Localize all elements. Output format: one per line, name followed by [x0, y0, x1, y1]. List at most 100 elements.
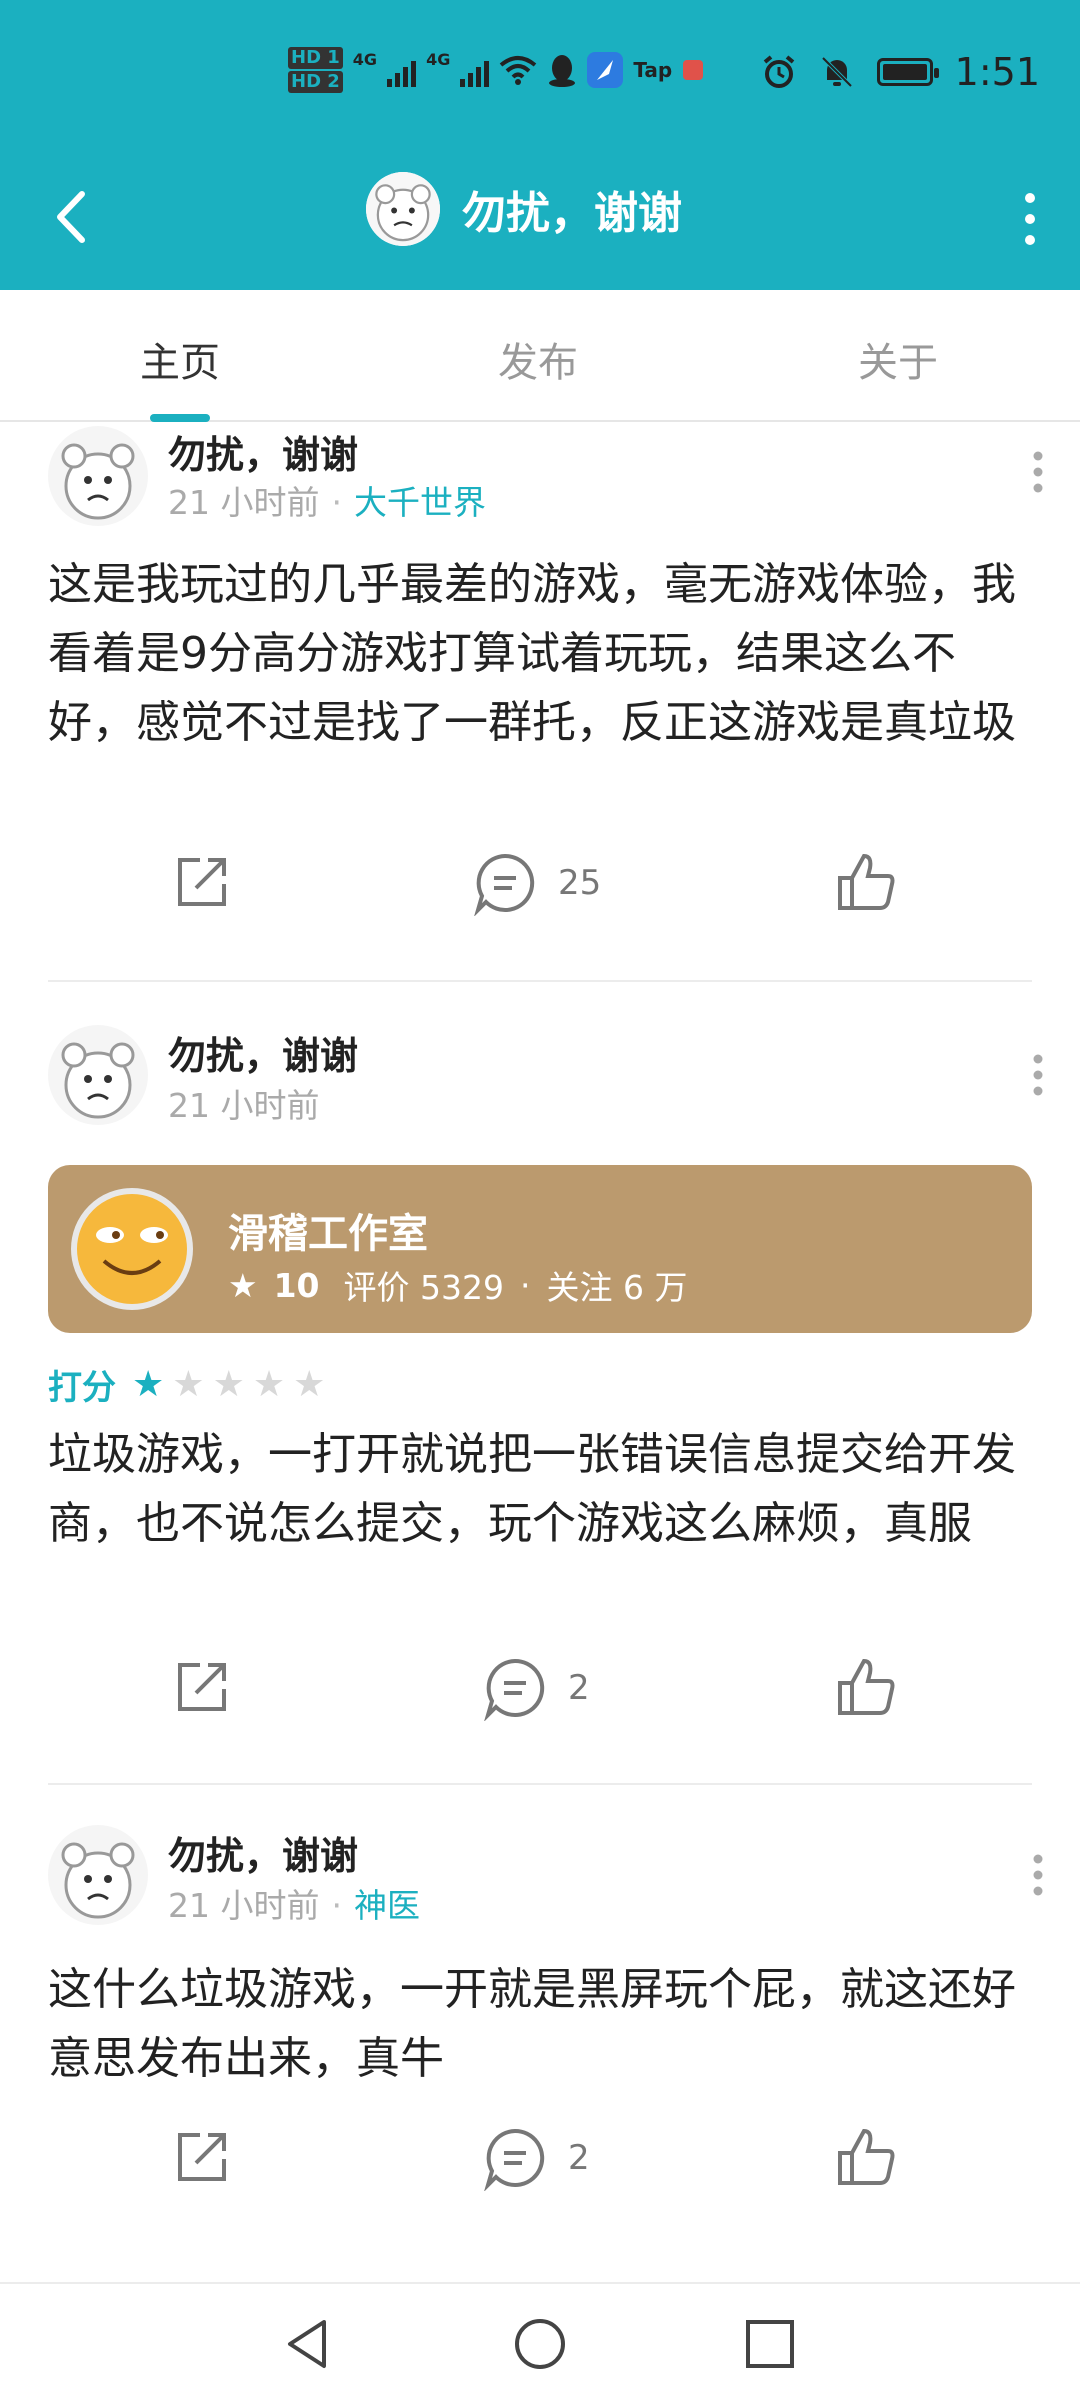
hd2-badge: HD 2 — [288, 71, 343, 93]
post-time: 21 小时前 — [168, 483, 320, 522]
avatar — [366, 172, 440, 246]
alarm-icon — [763, 55, 794, 88]
post-meta: 21 小时前 · 大千世界 — [168, 476, 486, 524]
hd1-badge: HD 1 — [288, 47, 343, 69]
avatar[interactable] — [48, 1825, 148, 1925]
tap-label: Tap — [633, 58, 673, 82]
game-card[interactable]: 滑稽工作室 ★ 10 评价 5329 · 关注 6 万 — [48, 1165, 1032, 1333]
system-nav-bar — [0, 2282, 1080, 2402]
post-card[interactable]: 勿扰，谢谢 21 小时前 滑稽工作室 ★ 10 评价 5329 · 关注 6 万… — [0, 1025, 1080, 1785]
thumbs-up-icon — [838, 1658, 895, 1715]
star-empty-icon: ★ — [212, 1363, 245, 1405]
game-icon — [70, 1187, 194, 1311]
more-vertical-icon[interactable] — [1016, 442, 1060, 502]
like-button[interactable] — [834, 1655, 898, 1719]
net1-label: 4G — [352, 50, 378, 69]
divider — [48, 1783, 1032, 1785]
signal1-icon — [387, 53, 417, 87]
comment-count: 25 — [558, 863, 602, 903]
stats-separator: · — [520, 1265, 531, 1305]
tab-home[interactable]: 主页 — [140, 330, 220, 388]
battery-icon — [876, 58, 939, 86]
nav-home-icon[interactable] — [512, 2316, 568, 2372]
tab-about[interactable]: 关于 — [858, 330, 938, 388]
meme-face-icon — [366, 172, 440, 246]
more-vertical-icon[interactable] — [1010, 184, 1050, 254]
thumbs-up-icon — [838, 853, 895, 910]
post-actions: 2 — [0, 1655, 1080, 1745]
post-content: 这是我玩过的几乎最差的游戏，毫无游戏体验，我看着是9分高分游戏打算试着玩玩，结果… — [48, 559, 1016, 748]
meme-face-icon — [48, 1025, 148, 1125]
post-card[interactable]: 勿扰，谢谢 21 小时前 · 大千世界 这是我玩过的几乎最差的游戏，毫无游戏体验，我… — [0, 420, 1080, 982]
nav-back-icon[interactable] — [280, 2316, 336, 2372]
notification-badge-icon — [683, 60, 704, 80]
thumbs-up-icon — [838, 2128, 895, 2185]
status-right: 1:51 — [761, 50, 1040, 94]
comment-button[interactable]: 2 — [482, 2125, 590, 2191]
clock: 1:51 — [954, 50, 1040, 94]
post-content: 垃圾游戏，一打开就说把一张错误信息提交给开发商，也不说怎么提交，玩个游戏这么麻烦… — [48, 1429, 1016, 1549]
share-icon — [178, 1663, 226, 1711]
meta-separator: · — [331, 1886, 342, 1925]
status-left: HD 1 HD 2 4G 4G Tap — [288, 46, 704, 94]
post-meta: 21 小时前 — [168, 1079, 319, 1127]
meta-separator: · — [331, 483, 342, 522]
wifi-icon — [500, 56, 537, 85]
comment-count: 2 — [568, 1668, 590, 1708]
game-name: 滑稽工作室 — [228, 1211, 428, 1257]
nav-recents-icon[interactable] — [742, 2316, 798, 2372]
more-vertical-icon[interactable] — [1016, 1845, 1060, 1905]
meme-face-icon — [48, 426, 148, 526]
star-empty-icon: ★ — [252, 1363, 286, 1405]
game-reviews: 评价 5329 — [343, 1268, 505, 1307]
app-title-group: 勿扰，谢谢 — [366, 172, 682, 246]
rating-label: 打分 — [48, 1368, 116, 1408]
game-stats: ★ 10 评价 5329 · 关注 6 万 — [228, 1261, 688, 1309]
post-time: 21 小时前 — [168, 1086, 320, 1125]
game-follows: 关注 6 万 — [546, 1268, 688, 1307]
post-card[interactable]: 勿扰，谢谢 21 小时前 · 神医 这什么垃圾游戏，一开就是黑屏玩个屁，就这还好意思… — [0, 1825, 1080, 2275]
app-bar: 勿扰，谢谢 — [0, 160, 1080, 290]
author-name[interactable]: 勿扰，谢谢 — [168, 424, 358, 479]
status-bar: HD 1 HD 2 4G 4G Tap 1:51 — [0, 0, 1080, 160]
hd-indicators: HD 1 HD 2 — [288, 46, 343, 94]
star-empty-icon: ★ — [172, 1363, 205, 1405]
post-content: 这什么垃圾游戏，一开就是黑屏玩个屁，就这还好意思发布出来，真牛 — [48, 1964, 1016, 2084]
post-tag[interactable]: 大千世界 — [354, 483, 486, 522]
like-button[interactable] — [834, 850, 898, 914]
page-title: 勿扰，谢谢 — [462, 188, 682, 239]
net2-label: 4G — [426, 50, 451, 69]
tab-bar: 主页 发布 关于 — [0, 290, 1080, 422]
author-name[interactable]: 勿扰，谢谢 — [168, 1025, 358, 1080]
share-button[interactable] — [170, 850, 234, 914]
author-name[interactable]: 勿扰，谢谢 — [168, 1825, 358, 1880]
more-vertical-icon[interactable] — [1016, 1045, 1060, 1105]
share-button[interactable] — [170, 1655, 234, 1719]
post-meta: 21 小时前 · 神医 — [168, 1879, 420, 1927]
share-icon — [178, 858, 226, 906]
feather-app-icon — [587, 52, 624, 88]
share-icon — [178, 2133, 226, 2181]
comment-button[interactable]: 25 — [472, 850, 601, 916]
top-bar: HD 1 HD 2 4G 4G Tap 1:51 勿扰，谢谢 — [0, 0, 1080, 290]
comment-icon — [484, 2128, 545, 2191]
post-actions: 2 — [0, 2125, 1080, 2215]
star-filled-icon: ★ — [132, 1363, 165, 1405]
avatar[interactable] — [48, 1025, 148, 1125]
share-button[interactable] — [170, 2125, 234, 2189]
back-arrow-icon[interactable] — [46, 182, 96, 252]
comment-button[interactable]: 2 — [482, 1655, 590, 1721]
comment-count: 2 — [568, 2138, 590, 2178]
star-icon: ★ — [228, 1265, 258, 1305]
meme-face-icon — [48, 1825, 148, 1925]
comment-icon — [474, 853, 535, 916]
avatar[interactable] — [48, 426, 148, 526]
like-button[interactable] — [834, 2125, 898, 2189]
game-score: 10 — [273, 1265, 320, 1305]
signal2-icon — [460, 53, 490, 87]
post-tag[interactable]: 神医 — [354, 1886, 420, 1925]
qq-icon — [549, 55, 576, 87]
divider — [48, 980, 1032, 982]
comment-icon — [484, 1658, 545, 1721]
tab-publish[interactable]: 发布 — [498, 330, 578, 388]
